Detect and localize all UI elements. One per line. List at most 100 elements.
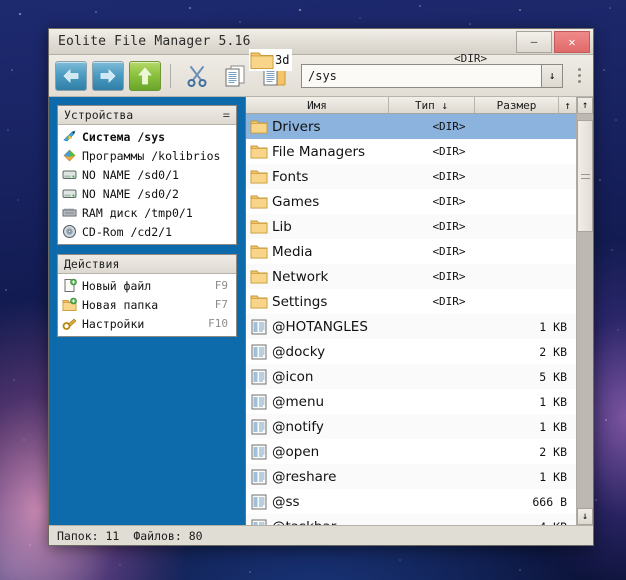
- file-name: @open: [272, 444, 406, 460]
- file-size: 5 KB: [492, 370, 576, 384]
- file-icon: [251, 319, 267, 335]
- file-name: @icon: [272, 369, 406, 385]
- action-label: Новая папка: [82, 298, 158, 312]
- devices-panel-header[interactable]: Устройства =: [58, 106, 236, 125]
- table-row[interactable]: @taskbar4 KB: [246, 514, 576, 525]
- folder-icon: [246, 219, 272, 234]
- kebab-menu-icon[interactable]: [571, 61, 587, 91]
- table-row[interactable]: Settings<DIR>: [246, 289, 576, 314]
- new-folder-icon: [62, 297, 77, 312]
- sidebar-item-system[interactable]: Система /sys: [58, 127, 236, 146]
- column-header-size[interactable]: Размер: [475, 97, 559, 113]
- file-type: <DIR>: [406, 170, 492, 183]
- copy-button[interactable]: [219, 61, 253, 91]
- actions-panel: Действия Новый файл F9: [57, 254, 237, 337]
- window-controls: — ✕: [516, 31, 593, 53]
- file-type: <DIR>: [406, 220, 492, 233]
- scroll-up-button[interactable]: ↑: [577, 97, 593, 114]
- file-size: 1 KB: [492, 470, 576, 484]
- file-list-header: Имя Тип ↓ Размер ↑: [246, 97, 576, 114]
- sort-toggle-button[interactable]: ↑: [559, 97, 576, 113]
- sidebar-item-label: RAM диск /tmp0/1: [82, 206, 193, 220]
- drag-ghost-folder: 3d: [249, 49, 292, 71]
- arrow-left-icon: [62, 69, 80, 83]
- file-icon: [246, 394, 272, 410]
- copy-icon: [223, 64, 249, 88]
- file-type: <DIR>: [406, 245, 492, 258]
- file-icon: [251, 419, 267, 435]
- table-row[interactable]: @HOTANGLES 1 KB: [246, 314, 576, 339]
- column-header-type[interactable]: Тип ↓: [389, 97, 475, 113]
- minimize-button[interactable]: —: [516, 31, 552, 53]
- folder-icon: [246, 244, 272, 259]
- devices-panel: Устройства = Система /sys: [57, 105, 237, 245]
- table-row[interactable]: @open 2 KB: [246, 439, 576, 464]
- sidebar-item-sd0-1[interactable]: NO NAME /sd0/1: [58, 165, 236, 184]
- table-row[interactable]: Media<DIR>: [246, 239, 576, 264]
- forward-button[interactable]: [92, 61, 124, 91]
- table-row[interactable]: Network<DIR>: [246, 264, 576, 289]
- table-row[interactable]: @reshare1 KB: [246, 464, 576, 489]
- table-row[interactable]: @docky2 KB: [246, 339, 576, 364]
- file-icon: [246, 444, 272, 460]
- file-icon: [246, 519, 272, 526]
- file-icon: [246, 369, 272, 385]
- up-button[interactable]: [129, 61, 161, 91]
- arrow-right-icon: [99, 69, 117, 83]
- sidebar-item-cdrom[interactable]: CD-Rom /cd2/1: [58, 222, 236, 241]
- action-settings[interactable]: Настройки F10: [58, 314, 236, 333]
- folder-icon: [246, 294, 272, 309]
- table-row[interactable]: Games<DIR>: [246, 189, 576, 214]
- sidebar: Устройства = Система /sys: [49, 97, 245, 525]
- devices-panel-title: Устройства: [64, 108, 133, 122]
- file-icon: [246, 319, 272, 335]
- window-titlebar[interactable]: Eolite File Manager 5.16 — ✕: [49, 29, 593, 55]
- file-name: Network: [272, 269, 406, 285]
- cut-button[interactable]: [180, 61, 214, 91]
- table-row[interactable]: File Managers<DIR>: [246, 139, 576, 164]
- file-icon: [251, 344, 267, 360]
- back-button[interactable]: [55, 61, 87, 91]
- table-row[interactable]: @notify1 KB: [246, 414, 576, 439]
- main-toolbar: ↓ 3d <DIR>: [49, 55, 593, 97]
- devices-collapse-icon[interactable]: =: [223, 108, 230, 122]
- action-new-file[interactable]: Новый файл F9: [58, 276, 236, 295]
- address-dropdown-button[interactable]: ↓: [541, 64, 563, 88]
- action-shortcut: F10: [208, 317, 232, 330]
- scrollbar-track[interactable]: [577, 114, 593, 508]
- vertical-scrollbar[interactable]: ↑ ↓: [576, 97, 593, 525]
- address-bar: ↓: [301, 64, 563, 88]
- file-size: 1 KB: [492, 320, 576, 334]
- close-button[interactable]: ✕: [554, 31, 590, 53]
- status-bar: Папок: 11 Файлов: 80: [49, 525, 593, 545]
- file-size: 2 KB: [492, 445, 576, 459]
- file-name: @HOTANGLES: [272, 319, 406, 335]
- file-name: Media: [272, 244, 406, 260]
- address-input[interactable]: [301, 64, 541, 88]
- actions-panel-header[interactable]: Действия: [58, 255, 236, 274]
- file-icon: [251, 469, 267, 485]
- folder-icon: [250, 219, 268, 234]
- table-row[interactable]: Fonts<DIR>: [246, 164, 576, 189]
- scrollbar-thumb[interactable]: [577, 120, 593, 232]
- file-name: Fonts: [272, 169, 406, 185]
- sidebar-item-sd0-2[interactable]: NO NAME /sd0/2: [58, 184, 236, 203]
- sidebar-item-programs[interactable]: Программы /kolibrios: [58, 146, 236, 165]
- scroll-down-button[interactable]: ↓: [577, 508, 593, 525]
- sidebar-item-ramdisk[interactable]: RAM диск /tmp0/1: [58, 203, 236, 222]
- window-body: Устройства = Система /sys: [49, 97, 593, 525]
- table-row[interactable]: Drivers<DIR>: [246, 114, 576, 139]
- file-name: @docky: [272, 344, 406, 360]
- column-header-name[interactable]: Имя: [246, 97, 389, 113]
- file-manager-window: Eolite File Manager 5.16 — ✕: [48, 28, 594, 546]
- table-row[interactable]: @menu1 KB: [246, 389, 576, 414]
- harddisk-icon: [62, 186, 77, 201]
- folder-icon: [246, 269, 272, 284]
- table-row[interactable]: @icon 5 KB: [246, 364, 576, 389]
- file-icon: [251, 494, 267, 510]
- toolbar-separator: [170, 64, 171, 88]
- new-file-icon: [62, 278, 77, 293]
- table-row[interactable]: Lib<DIR>: [246, 214, 576, 239]
- table-row[interactable]: @ss666 B: [246, 489, 576, 514]
- action-new-folder[interactable]: Новая папка F7: [58, 295, 236, 314]
